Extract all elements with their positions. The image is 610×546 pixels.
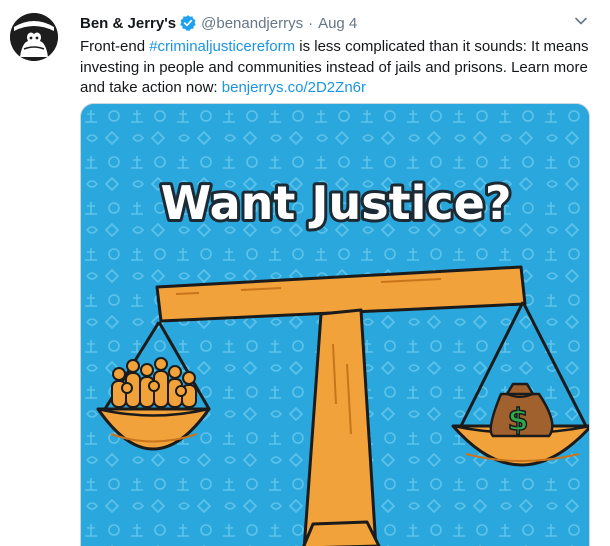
tweet-text-line-2: investing in people and communities inst… [80,58,588,76]
tweet-text: Front-end #criminaljusticereform is less… [80,37,600,99]
verified-badge-icon [179,14,197,32]
money-symbol: $ [508,403,529,438]
tweet[interactable]: Ben & Jerry's @benandjerrys · Aug 4 Fron… [0,0,610,546]
hashtag-link[interactable]: #criminaljusticereform [149,38,295,55]
text-segment: is less complicated than it sounds: It m… [295,38,589,55]
text-segment: Front-end [80,38,150,55]
tweet-text-line-3: and take action now: benjerrys.co/2D2Zn6… [80,78,600,99]
justice-scale-illustration: Want Justice? $ [81,104,589,546]
user-handle[interactable]: @benandjerrys [201,15,303,32]
url-link[interactable]: benjerrys.co/2D2Zn6r [222,79,366,96]
ben-and-jerrys-logo-icon [10,13,58,61]
display-name[interactable]: Ben & Jerry's [80,15,176,32]
tweet-text-line-1: Front-end #criminaljusticereform is less… [80,37,600,58]
media-headline: Want Justice? [160,176,511,230]
tweet-date[interactable]: Aug 4 [318,15,357,32]
text-segment: and take action now: [80,79,222,96]
tweet-media-image[interactable]: Want Justice? $ [80,103,590,546]
tweet-header: Ben & Jerry's @benandjerrys · Aug 4 [80,13,357,33]
chevron-down-icon[interactable] [574,14,588,28]
separator-dot: · [308,14,314,32]
avatar[interactable] [10,13,58,61]
